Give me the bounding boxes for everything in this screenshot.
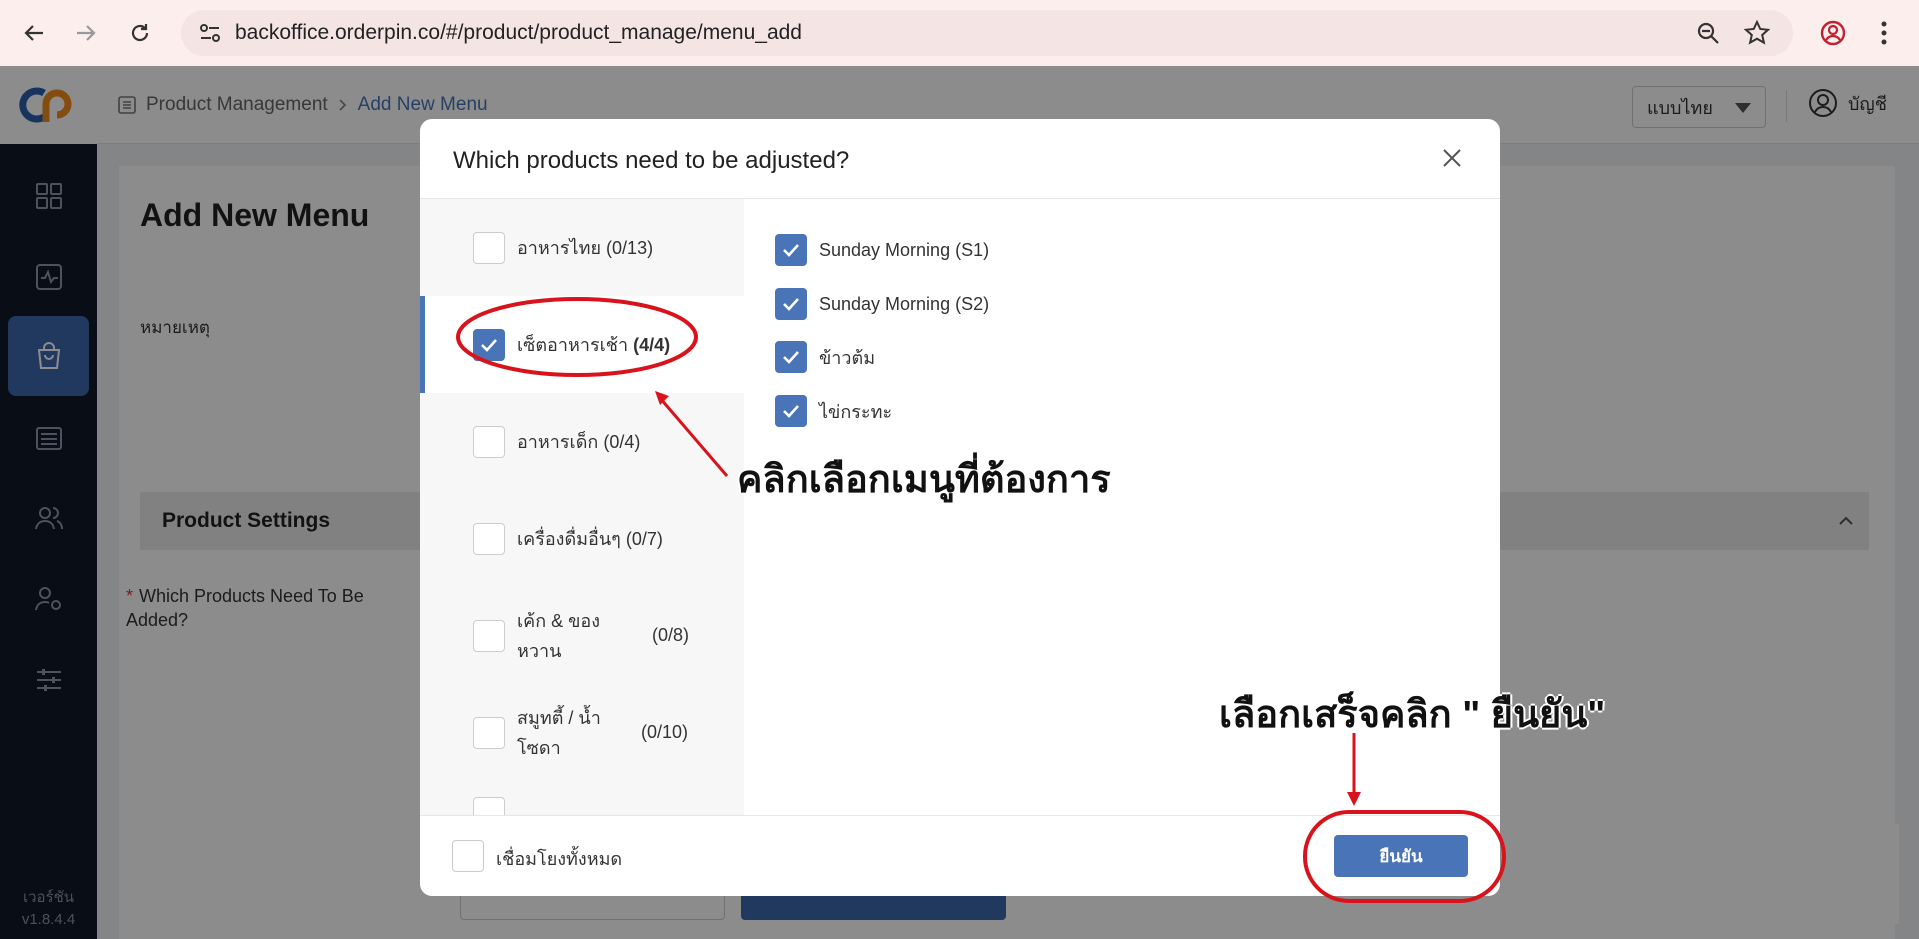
category-checkbox[interactable] — [473, 425, 505, 458]
bookmark-star-icon[interactable] — [1743, 19, 1771, 51]
product-label: ไข่กระทะ — [819, 401, 893, 422]
category-item[interactable]: เครื่องดื่มอื่นๆ (0/7) — [420, 490, 744, 587]
forward-arrow-icon[interactable] — [66, 13, 106, 53]
product-item[interactable]: ไข่กระทะ — [775, 395, 892, 427]
profile-icon[interactable] — [1820, 20, 1846, 51]
browser-menu-icon[interactable] — [1880, 21, 1888, 50]
category-item[interactable]: อาหารไทย (0/13) — [420, 199, 744, 296]
back-arrow-icon[interactable] — [14, 13, 54, 53]
category-checkbox[interactable] — [473, 797, 505, 815]
annotation-click-confirm: เลือกเสร็จคลิก " ยืนยัน" — [1219, 694, 1606, 736]
address-bar[interactable]: backoffice.orderpin.co/#/product/product… — [181, 10, 1793, 56]
link-all-label: เชื่อมโยงทั้งหมด — [496, 849, 623, 869]
url-text: backoffice.orderpin.co/#/product/product… — [235, 21, 802, 44]
close-icon[interactable] — [1437, 143, 1467, 173]
product-item[interactable]: Sunday Morning (S2) — [775, 288, 989, 320]
category-label: เค้ก & ของหวาน — [517, 610, 601, 661]
browser-toolbar: backoffice.orderpin.co/#/product/product… — [0, 0, 1919, 66]
category-item[interactable] — [420, 781, 744, 815]
product-item[interactable]: ข้าวต้ม — [775, 341, 875, 373]
category-item-active[interactable]: เซ็ตอาหารเช้า (4/4) — [420, 296, 744, 393]
product-label: Sunday Morning (S2) — [819, 293, 990, 314]
check-icon — [783, 244, 799, 257]
category-checkbox[interactable] — [473, 716, 505, 749]
product-checkbox-checked[interactable] — [775, 395, 807, 427]
link-all-checkbox[interactable] — [452, 840, 484, 872]
category-label: สมูทตี้ / น้ำโซดา — [517, 707, 601, 758]
category-item[interactable]: สมูทตี้ / น้ำโซดา (0/10) — [420, 684, 744, 781]
category-label: อาหารเด็ก (0/4) — [517, 431, 641, 452]
category-count: (0/10) — [641, 722, 689, 742]
modal-footer: เชื่อมโยงทั้งหมด ยืนยัน — [420, 815, 1500, 896]
product-checkbox-checked[interactable] — [775, 288, 807, 320]
category-label: อาหารไทย (0/13) — [517, 237, 654, 258]
product-checkbox-checked[interactable] — [775, 234, 807, 266]
check-icon — [481, 338, 497, 352]
product-checkbox-checked[interactable] — [775, 341, 807, 373]
category-count: (0/8) — [652, 625, 690, 645]
category-item[interactable]: อาหารเด็ก (0/4) — [420, 393, 744, 490]
modal-header: Which products need to be adjusted? — [420, 119, 1500, 199]
category-checkbox[interactable] — [473, 522, 505, 555]
check-icon — [783, 298, 799, 311]
category-checkbox[interactable] — [473, 231, 505, 264]
site-settings-icon[interactable] — [199, 23, 221, 48]
product-label: Sunday Morning (S1) — [819, 239, 990, 260]
category-label: เครื่องดื่มอื่นๆ (0/7) — [517, 528, 663, 549]
product-label: ข้าวต้ม — [819, 347, 876, 368]
category-item[interactable]: เค้ก & ของหวาน (0/8) — [420, 587, 744, 684]
product-item[interactable]: Sunday Morning (S1) — [775, 234, 989, 266]
confirm-button[interactable]: ยืนยัน — [1334, 835, 1468, 877]
category-label: เซ็ตอาหารเช้า (4/4) — [517, 334, 671, 355]
modal-title: Which products need to be adjusted? — [453, 147, 850, 174]
check-icon — [783, 351, 799, 364]
annotation-select-menu: คลิกเลือกเมนูที่ต้องการ — [737, 459, 1111, 501]
category-list: อาหารไทย (0/13) เซ็ตอาหารเช้า (4/4) อาหา… — [420, 199, 744, 815]
zoom-icon[interactable] — [1696, 21, 1720, 50]
category-checkbox-checked[interactable] — [473, 328, 505, 361]
check-icon — [783, 405, 799, 418]
reload-icon[interactable] — [120, 13, 160, 53]
category-checkbox[interactable] — [473, 619, 505, 652]
